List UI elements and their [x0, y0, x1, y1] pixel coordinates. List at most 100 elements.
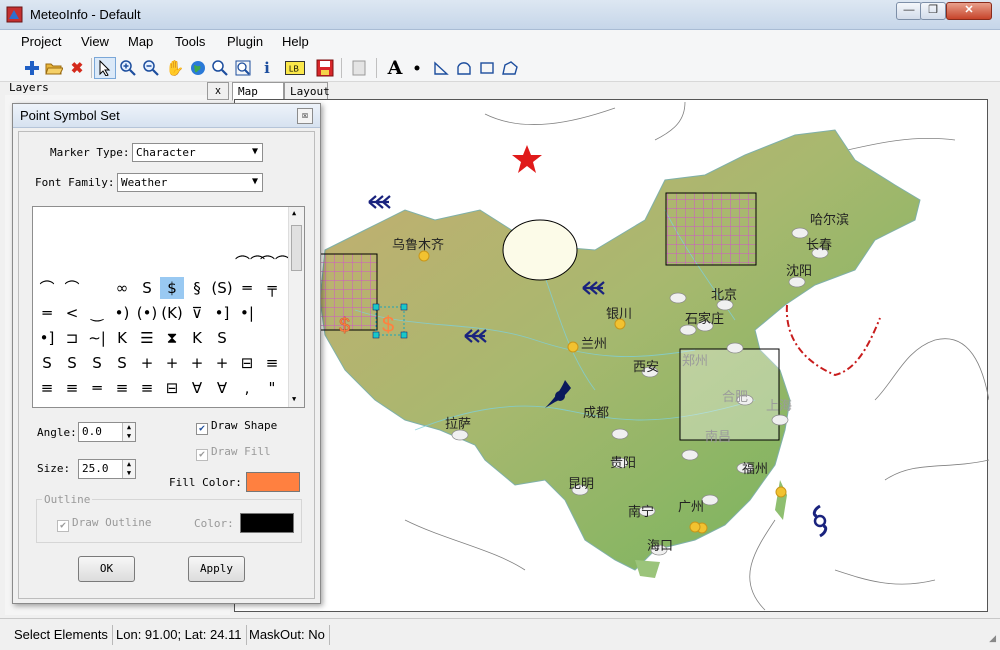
symbol-cell[interactable]: ≡ [110, 377, 134, 399]
open-icon[interactable] [43, 57, 65, 79]
hatched-rectangle[interactable] [665, 192, 757, 266]
menu-help[interactable]: Help [282, 34, 309, 49]
symbol-cell[interactable]: •] [35, 327, 59, 349]
font-family-select[interactable]: Weather ▼ [117, 173, 263, 192]
polygon-icon[interactable] [499, 57, 521, 79]
menu-view[interactable]: View [81, 34, 109, 49]
symbol-cell[interactable] [60, 252, 84, 274]
tab-layout[interactable]: Layout [284, 82, 330, 100]
symbol-cell[interactable] [110, 252, 134, 274]
symbol-cell[interactable]: ═ [85, 377, 109, 399]
symbol-cell[interactable]: (•) [135, 302, 159, 324]
draw-outline-checkbox[interactable]: ✔ Draw Outline [57, 516, 151, 532]
curve-polygon-icon[interactable] [453, 57, 475, 79]
minimize-button[interactable]: — [896, 2, 922, 20]
symbol-cell[interactable]: S [85, 352, 109, 374]
polyline-icon[interactable] [430, 57, 452, 79]
new-icon[interactable] [21, 57, 43, 79]
full-extent-icon[interactable] [187, 57, 209, 79]
symbol-cell[interactable]: " [260, 377, 284, 399]
outline-color-swatch[interactable] [240, 513, 294, 533]
map-view[interactable]: $ $ 乌鲁木齐 哈尔滨 长春 沈阳 北京 石家庄 银川 兰州 西安 郑州 合肥… [234, 99, 989, 612]
scroll-thumb[interactable] [291, 225, 302, 271]
identify-icon[interactable]: i [256, 57, 278, 79]
spinner-icon[interactable]: ▲ ▼ [122, 423, 135, 441]
symbol-cell[interactable]: ∼| [85, 327, 109, 349]
symbol-cell[interactable]: ═ [35, 302, 59, 324]
zoom-out-icon[interactable] [140, 57, 162, 79]
trough-line[interactable] [785, 304, 881, 377]
symbol-cell[interactable]: < [60, 302, 84, 324]
dialog-close-button[interactable]: ☒ [297, 108, 313, 124]
symbol-cell[interactable]: ≡ [135, 377, 159, 399]
save-image-icon[interactable] [314, 57, 336, 79]
restore-button[interactable]: ❐ [920, 2, 946, 20]
delete-icon[interactable]: ✖ [66, 57, 88, 79]
dialog-title-bar[interactable]: Point Symbol Set ☒ [13, 104, 320, 128]
symbol-cell[interactable]: •| [235, 302, 259, 324]
close-panel-button[interactable]: x [207, 82, 229, 100]
symbol-cell[interactable]: ═ [235, 277, 259, 299]
symbol-cell[interactable]: § [185, 277, 209, 299]
symbol-cell[interactable]: + [210, 352, 234, 374]
symbol-cell[interactable] [210, 252, 234, 274]
zoom-to-layer-icon[interactable] [232, 57, 254, 79]
symbol-cell[interactable]: $ [160, 277, 184, 299]
resize-grip-icon[interactable]: ◢ [989, 633, 996, 644]
draw-shape-checkbox[interactable]: ✔ Draw Shape [196, 419, 277, 435]
symbol-cell[interactable]: ⌒⌒ [260, 252, 290, 274]
text-icon[interactable]: A [384, 57, 406, 79]
symbol-cell[interactable]: K [185, 327, 209, 349]
star-marker[interactable] [512, 145, 542, 173]
symbol-cell[interactable] [260, 302, 284, 324]
drawn-character-symbol[interactable]: $ [339, 315, 351, 338]
page-icon[interactable] [348, 57, 370, 79]
symbol-cell[interactable]: ⊽ [185, 302, 209, 324]
symbol-cell[interactable] [35, 252, 59, 274]
close-button[interactable]: ✕ [946, 2, 992, 20]
symbol-grid-scrollbar[interactable]: ▲ ▼ [288, 207, 304, 407]
symbol-cell[interactable]: ⧗ [160, 327, 184, 349]
symbol-cell[interactable]: S [35, 352, 59, 374]
pan-icon[interactable]: ✋ [164, 57, 186, 79]
fill-color-swatch[interactable] [246, 472, 300, 492]
symbol-cell[interactable]: ⊟ [235, 352, 259, 374]
marker-type-select[interactable]: Character ▼ [132, 143, 263, 162]
symbol-cell[interactable]: ≡ [260, 352, 284, 374]
scroll-up-icon[interactable]: ▲ [292, 209, 296, 217]
symbol-cell[interactable]: •) [110, 302, 134, 324]
symbol-cell[interactable]: ∞ [110, 277, 134, 299]
wind-front-marker[interactable] [368, 195, 391, 209]
symbol-cell[interactable]: S [110, 352, 134, 374]
symbol-cell[interactable] [85, 277, 109, 299]
typhoon-marker[interactable] [812, 504, 828, 538]
symbol-cell[interactable] [85, 252, 109, 274]
symbol-cell[interactable]: S [210, 327, 234, 349]
symbol-cell[interactable]: ⊐ [60, 327, 84, 349]
symbol-cell[interactable]: + [135, 352, 159, 374]
menu-plugin[interactable]: Plugin [227, 34, 263, 49]
scroll-down-icon[interactable]: ▼ [292, 395, 296, 403]
symbol-cell[interactable] [235, 327, 259, 349]
angle-input[interactable]: 0.0 ▲ ▼ [78, 422, 136, 442]
symbol-cell[interactable]: + [185, 352, 209, 374]
symbol-cell[interactable] [260, 327, 284, 349]
symbol-cell[interactable]: ⌒ [60, 277, 84, 299]
symbol-cell[interactable]: ⌒ [35, 277, 59, 299]
symbol-cell[interactable]: •] [210, 302, 234, 324]
symbol-cell[interactable] [135, 252, 159, 274]
zoom-icon[interactable] [209, 57, 231, 79]
size-input[interactable]: 25.0 ▲ ▼ [78, 459, 136, 479]
symbol-cell[interactable]: ‿ [85, 302, 109, 324]
symbol-cell[interactable] [160, 252, 184, 274]
symbol-cell[interactable]: ╤ [260, 277, 284, 299]
selected-character-symbol[interactable]: $ [382, 312, 394, 337]
rectangle-icon[interactable] [476, 57, 498, 79]
symbol-cell[interactable]: ≡ [60, 377, 84, 399]
symbol-cell[interactable]: K [110, 327, 134, 349]
ok-button[interactable]: OK [78, 556, 135, 582]
menu-project[interactable]: Project [21, 34, 61, 49]
symbol-grid[interactable]: ⌒⌒ ⌒⌒ ⌒ ⌒ ∞ S $ § (S) ═ ╤ ═ < ‿ •) (•) (K) ⊽ •] •| •] ⊐ ∼| K ☰ ⧗ K… [32, 206, 305, 408]
symbol-cell[interactable]: ∀ [210, 377, 234, 399]
symbol-cell[interactable]: ☰ [135, 327, 159, 349]
